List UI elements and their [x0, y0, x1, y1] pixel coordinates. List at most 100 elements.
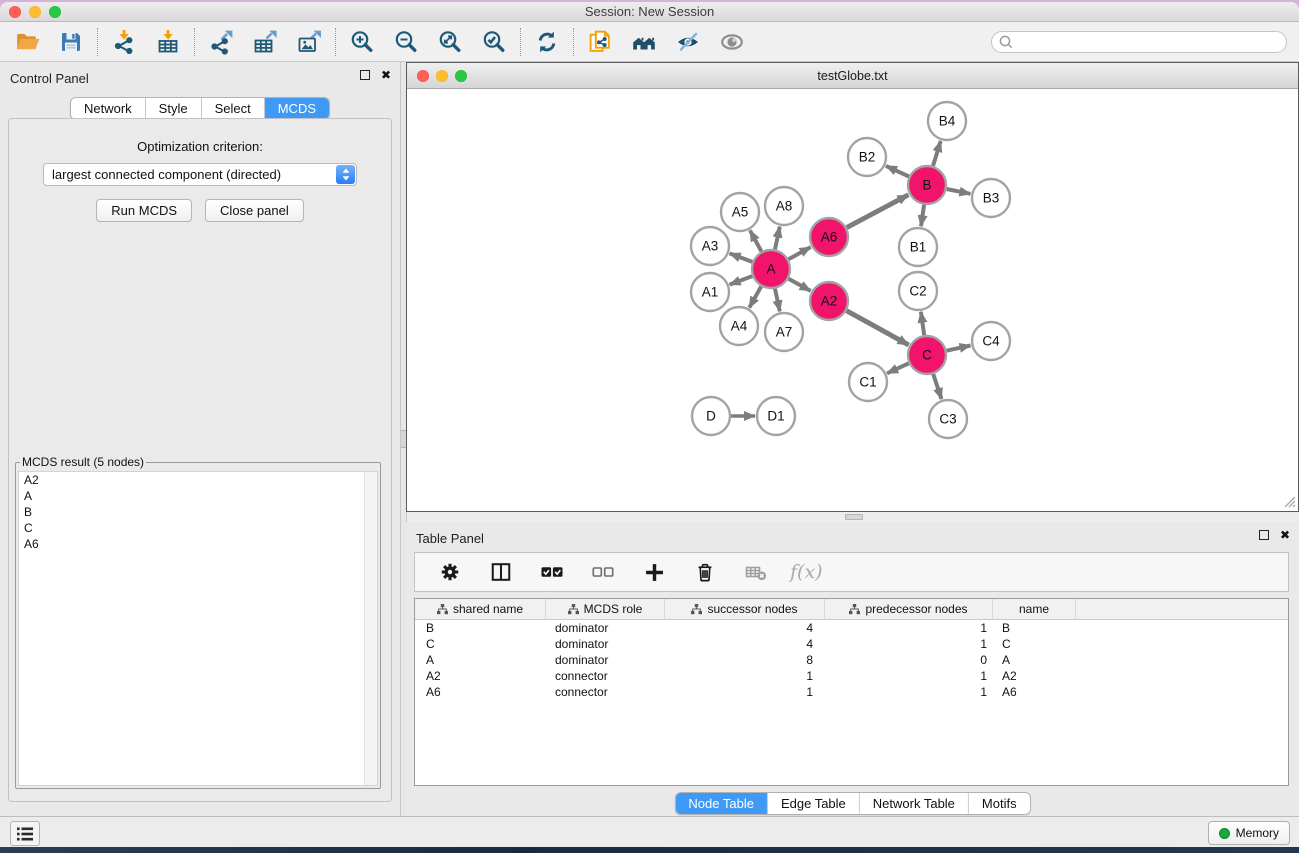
table-cell[interactable]: A2 — [993, 669, 1076, 683]
table-cell[interactable]: B — [415, 621, 546, 635]
table-cell[interactable]: A — [415, 653, 546, 667]
float-panel-icon[interactable] — [1259, 530, 1269, 540]
table-cell[interactable]: dominator — [546, 621, 665, 635]
table-cell[interactable]: B — [993, 621, 1076, 635]
save-session-button[interactable] — [54, 25, 88, 59]
zoom-in-button[interactable] — [345, 25, 379, 59]
zoom-out-button[interactable] — [389, 25, 423, 59]
graph-edge-A-A1[interactable] — [730, 276, 753, 285]
table-cell[interactable]: A6 — [993, 685, 1076, 699]
tab-mcds[interactable]: MCDS — [265, 98, 329, 119]
graph-node-A1[interactable]: A1 — [691, 273, 729, 311]
graph-node-A4[interactable]: A4 — [720, 307, 758, 345]
graph-node-A7[interactable]: A7 — [765, 313, 803, 351]
graph-node-B3[interactable]: B3 — [972, 179, 1010, 217]
minimize-window-button[interactable] — [29, 6, 41, 18]
graph-edge-C-C1[interactable] — [887, 363, 909, 373]
network-close-button[interactable] — [417, 70, 429, 82]
table-row[interactable]: A6connector11A6 — [415, 684, 1288, 700]
table-cell[interactable]: 1 — [825, 637, 993, 651]
scrollbar-track[interactable] — [364, 472, 377, 785]
column-header-name[interactable]: name — [993, 599, 1076, 619]
mcds-result-item[interactable]: A — [19, 488, 377, 504]
network-zoom-button[interactable] — [455, 70, 467, 82]
close-window-button[interactable] — [9, 6, 21, 18]
table-cell[interactable]: 1 — [665, 685, 825, 699]
table-cell[interactable]: 1 — [825, 685, 993, 699]
column-header-mcds-role[interactable]: MCDS role — [546, 599, 665, 619]
table-cell[interactable]: C — [415, 637, 546, 651]
graph-edge-B-B4[interactable] — [933, 141, 941, 166]
table-cell[interactable]: A — [993, 653, 1076, 667]
table-cell[interactable]: 1 — [825, 669, 993, 683]
mcds-result-item[interactable]: C — [19, 520, 377, 536]
delete-table-button[interactable] — [739, 555, 773, 589]
close-panel-button[interactable]: Close panel — [205, 199, 304, 222]
graph-edge-A-A2[interactable] — [789, 279, 811, 291]
mcds-result-item[interactable]: A6 — [19, 536, 377, 552]
column-header-shared-name[interactable]: shared name — [415, 599, 546, 619]
close-panel-icon[interactable]: ✖ — [381, 70, 391, 80]
graph-node-C[interactable]: C — [908, 336, 946, 374]
graph-edge-A-A6[interactable] — [789, 247, 811, 259]
table-cell[interactable]: 4 — [665, 621, 825, 635]
search-input[interactable] — [991, 31, 1287, 53]
graph-edge-B-B3[interactable] — [947, 189, 971, 194]
table-cell[interactable]: 0 — [825, 653, 993, 667]
table-cell[interactable]: 4 — [665, 637, 825, 651]
zoom-window-button[interactable] — [49, 6, 61, 18]
clone-network-button[interactable] — [583, 25, 617, 59]
export-network-button[interactable] — [204, 25, 238, 59]
tab-edge-table[interactable]: Edge Table — [768, 793, 860, 814]
table-cell[interactable]: 1 — [665, 669, 825, 683]
network-minimize-button[interactable] — [436, 70, 448, 82]
show-columns-button[interactable] — [484, 555, 518, 589]
first-neighbors-button[interactable] — [627, 25, 661, 59]
graph-node-A[interactable]: A — [752, 250, 790, 288]
optimization-criterion-select[interactable]: largest connected component (directed) — [43, 163, 357, 186]
graph-edge-B-B1[interactable] — [921, 205, 924, 226]
table-cell[interactable]: 8 — [665, 653, 825, 667]
import-table-button[interactable] — [151, 25, 185, 59]
table-row[interactable]: Adominator80A — [415, 652, 1288, 668]
graph-edge-C-C2[interactable] — [921, 312, 924, 335]
table-cell[interactable]: C — [993, 637, 1076, 651]
open-session-button[interactable] — [10, 25, 44, 59]
table-cell[interactable]: connector — [546, 685, 665, 699]
table-row[interactable]: A2connector11A2 — [415, 668, 1288, 684]
tab-select[interactable]: Select — [202, 98, 265, 119]
tab-node-table[interactable]: Node Table — [675, 793, 768, 814]
deselect-all-button[interactable] — [586, 555, 620, 589]
graph-edge-A-A7[interactable] — [775, 289, 780, 312]
network-canvas[interactable]: B4B2BB3A8A5A6A3B1AA1C2A2A4A7C4CC1C3DD1 — [407, 89, 1298, 510]
function-builder-button[interactable]: f(x) — [790, 561, 823, 583]
graph-edge-C-C3[interactable] — [933, 374, 941, 399]
graph-node-C3[interactable]: C3 — [929, 400, 967, 438]
mcds-result-list[interactable]: A2ABCA6 — [18, 471, 378, 786]
network-window-titlebar[interactable]: testGlobe.txt — [407, 63, 1298, 89]
export-image-button[interactable] — [292, 25, 326, 59]
graph-edge-A2-C[interactable] — [847, 311, 909, 345]
close-panel-icon[interactable]: ✖ — [1280, 530, 1290, 540]
column-header-successor-nodes[interactable]: successor nodes — [665, 599, 825, 619]
graph-edge-C-C4[interactable] — [947, 346, 971, 351]
export-table-button[interactable] — [248, 25, 282, 59]
table-cell[interactable]: dominator — [546, 637, 665, 651]
hide-selected-button[interactable] — [671, 25, 705, 59]
graph-edge-B-B2[interactable] — [886, 166, 909, 177]
graph-edge-A-A5[interactable] — [750, 230, 761, 251]
network-graph[interactable]: B4B2BB3A8A5A6A3B1AA1C2A2A4A7C4CC1C3DD1 — [407, 89, 1298, 510]
table-cell[interactable]: A2 — [415, 669, 546, 683]
graph-node-C2[interactable]: C2 — [899, 272, 937, 310]
horizontal-splitter-grip[interactable] — [845, 514, 863, 520]
table-cell[interactable]: dominator — [546, 653, 665, 667]
table-row[interactable]: Cdominator41C — [415, 636, 1288, 652]
resize-grip-icon[interactable] — [1282, 494, 1296, 508]
graph-node-B4[interactable]: B4 — [928, 102, 966, 140]
refresh-layout-button[interactable] — [530, 25, 564, 59]
run-mcds-button[interactable]: Run MCDS — [96, 199, 192, 222]
graph-node-B2[interactable]: B2 — [848, 138, 886, 176]
graph-node-A6[interactable]: A6 — [810, 218, 848, 256]
graph-node-C1[interactable]: C1 — [849, 363, 887, 401]
tab-network[interactable]: Network — [71, 98, 146, 119]
